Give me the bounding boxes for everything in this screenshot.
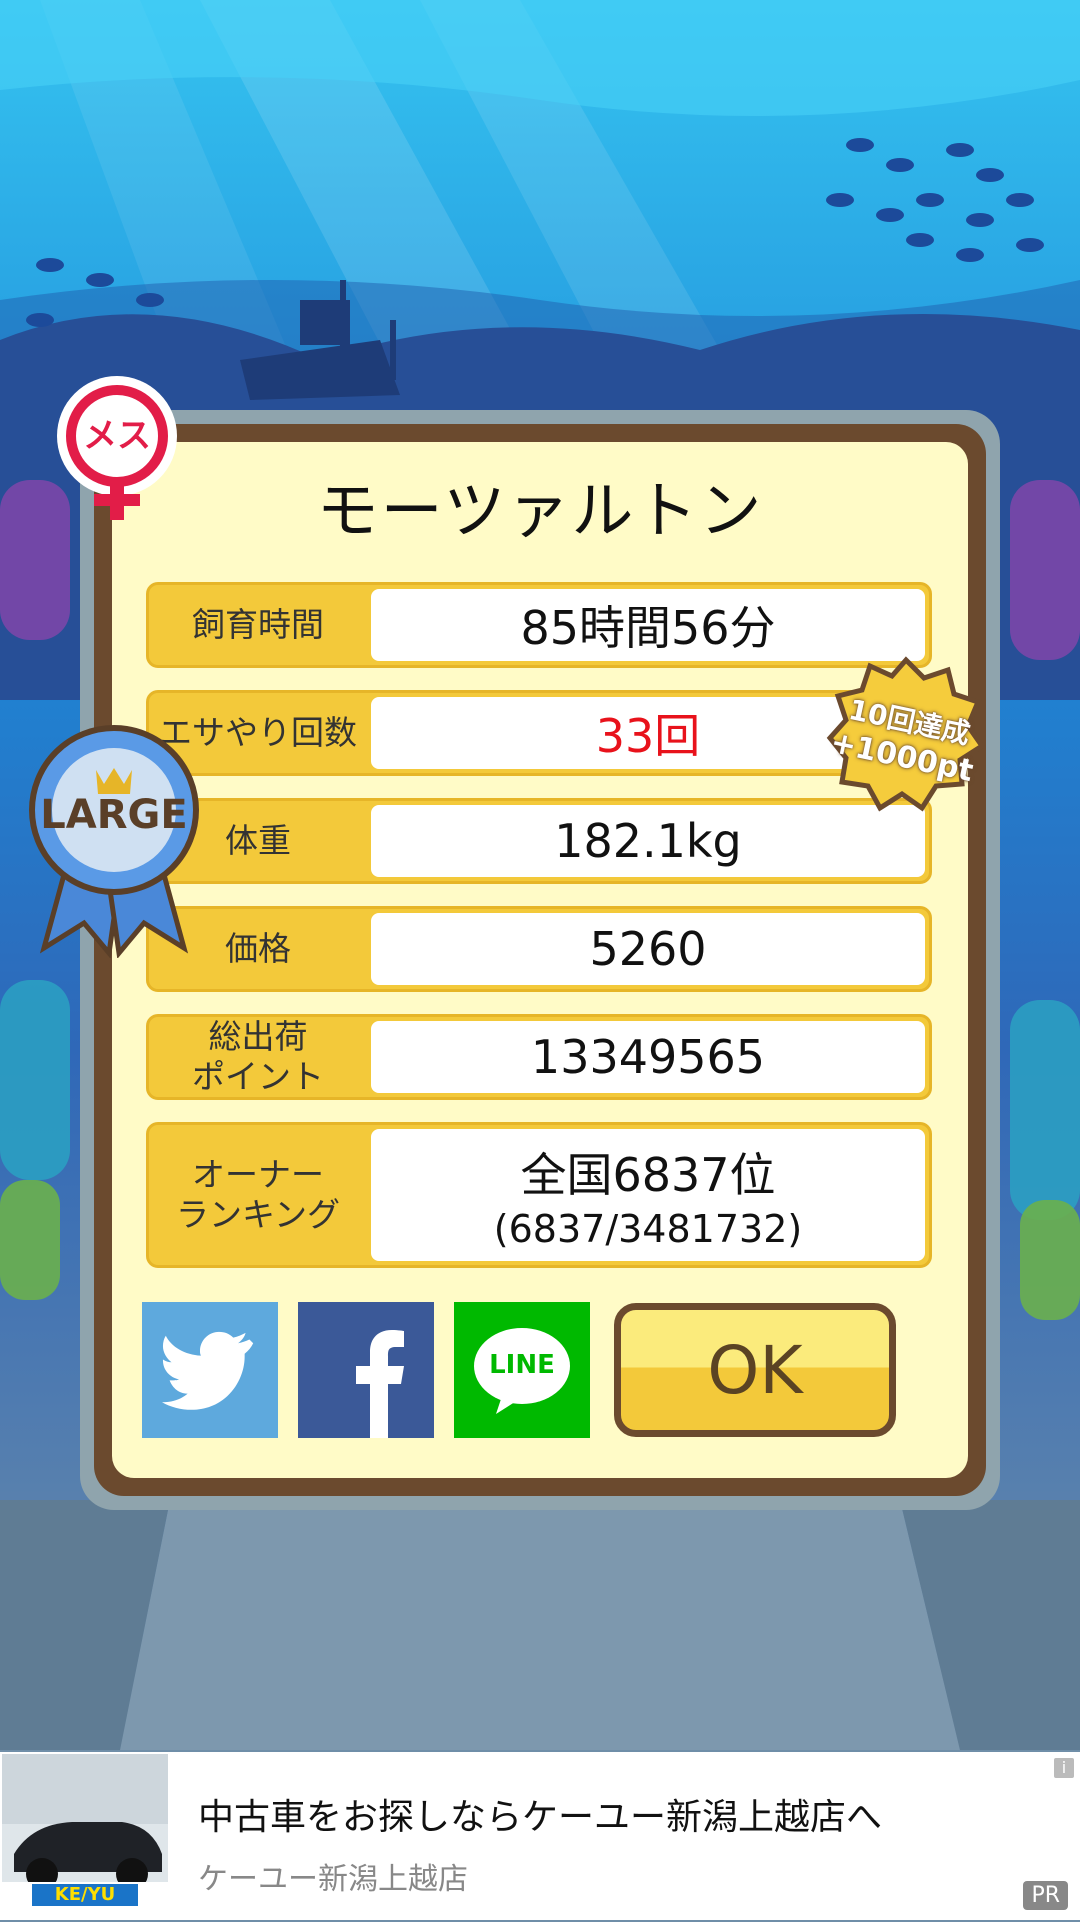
stat-label-line: ポイント xyxy=(192,1057,324,1096)
large-size-label: LARGE xyxy=(40,792,188,838)
stat-label: オーナー ランキング xyxy=(149,1125,367,1265)
stat-row-total-shipment-points: 総出荷 ポイント 13349565 xyxy=(146,1014,932,1100)
line-share-button[interactable]: LINE xyxy=(454,1302,590,1438)
stat-row-price: 価格 5260 xyxy=(146,906,932,992)
stat-label-line: ランキング xyxy=(175,1195,340,1234)
stat-value-text: 85時間56分 xyxy=(520,601,776,655)
stat-row-feeding-count: エサやり回数 33回 xyxy=(146,690,932,776)
ad-pr-label: PR xyxy=(1023,1881,1068,1910)
ranking-text: 全国6837位 xyxy=(520,1148,776,1202)
ad-banner[interactable]: KE/YU 中古車をお探しならケーユー新潟上越店へ ケーユー新潟上越店 i PR xyxy=(0,1752,1080,1920)
large-size-ribbon: LARGE xyxy=(24,718,204,959)
twitter-bird-icon xyxy=(162,1331,254,1410)
twitter-share-button[interactable] xyxy=(142,1302,278,1438)
line-icon: LINE xyxy=(472,1326,572,1414)
ad-advertiser[interactable]: ケーユー新潟上越店 xyxy=(198,1854,468,1898)
facebook-f-icon xyxy=(356,1330,404,1438)
ad-thumbnail[interactable]: KE/YU xyxy=(2,1754,168,1918)
stat-row-breeding-time: 飼育時間 85時間56分 xyxy=(146,582,932,668)
stat-value-text: 182.1kg xyxy=(554,814,742,868)
stat-label-line: オーナー xyxy=(191,1155,324,1194)
stat-value: 全国6837位 (6837/3481732) xyxy=(371,1129,925,1261)
female-badge-label: メス xyxy=(83,416,151,456)
line-icon-text: LINE xyxy=(489,1350,555,1380)
ad-headline[interactable]: 中古車をお探しならケーユー新潟上越店へ xyxy=(198,1788,882,1840)
stat-value: 85時間56分 xyxy=(371,589,925,661)
stat-row-weight: 体重 182.1kg xyxy=(146,798,932,884)
stat-value-text: 5260 xyxy=(589,922,707,976)
stat-value-text: 33回 xyxy=(595,709,701,763)
ok-button[interactable]: OK xyxy=(614,1303,896,1437)
female-badge: メス xyxy=(52,374,182,524)
stat-value: 13349565 xyxy=(371,1021,925,1093)
ad-logo-text: KE/YU xyxy=(54,1884,116,1905)
stat-label: 飼育時間 xyxy=(192,605,324,644)
facebook-share-button[interactable] xyxy=(298,1302,434,1438)
bonus-achievement-badge: 10回達成 +1000pt xyxy=(826,656,986,816)
stat-value-text: 13349565 xyxy=(530,1030,766,1084)
ad-info-icon[interactable]: i xyxy=(1054,1758,1074,1778)
ok-button-label: OK xyxy=(707,1331,803,1409)
stat-label: 総出荷 ポイント xyxy=(149,1017,367,1097)
stat-value: 5260 xyxy=(371,913,925,985)
ranking-detail: (6837/3481732) xyxy=(493,1207,803,1251)
stat-row-owner-ranking: オーナー ランキング 全国6837位 (6837/3481732) xyxy=(146,1122,932,1268)
stat-label-line: 総出荷 xyxy=(208,1017,308,1056)
